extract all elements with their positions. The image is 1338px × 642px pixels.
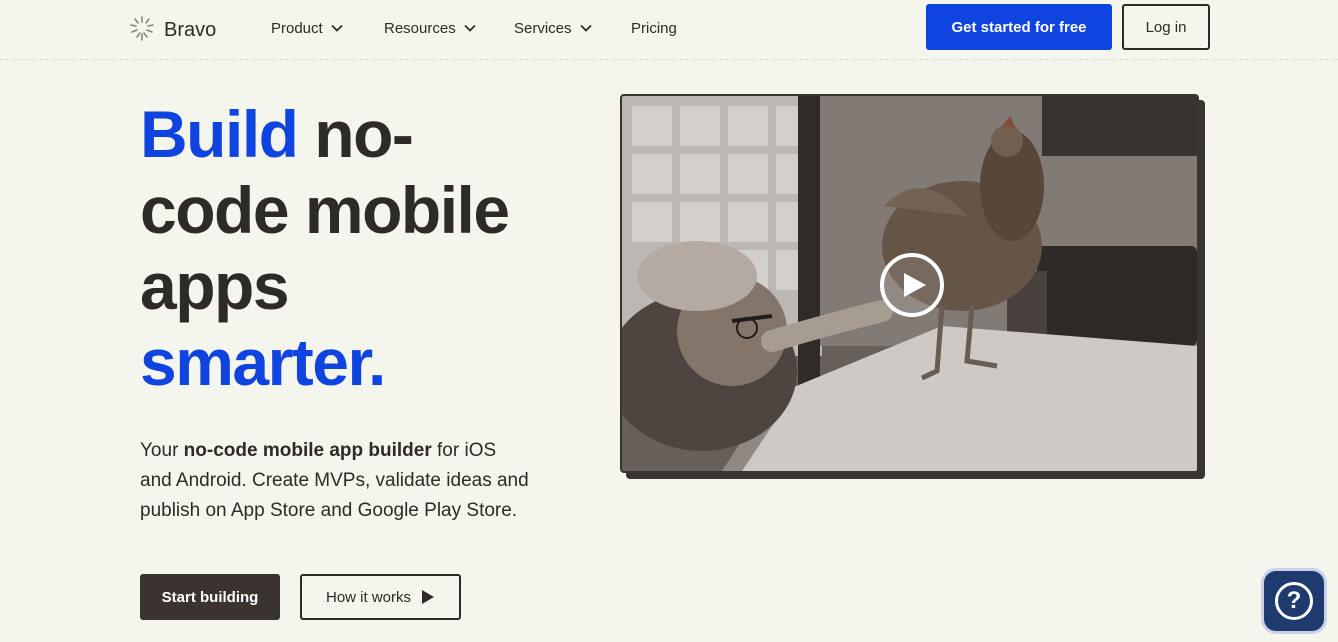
play-circle-icon: [903, 273, 926, 297]
get-started-button[interactable]: Get started for free: [926, 4, 1112, 50]
nav-pricing-label: Pricing: [631, 19, 677, 37]
hero-headline: Build no- code mobile apps smarter.: [140, 96, 590, 400]
headline-line-1: no-: [297, 97, 414, 171]
logo-text: Bravo: [164, 18, 217, 41]
hero-video[interactable]: [620, 94, 1199, 473]
site-header: Bravo Product Resources Services Pricing…: [0, 0, 1338, 60]
chevron-down-icon: [331, 24, 343, 32]
help-button[interactable]: ?: [1264, 571, 1324, 631]
headline-word-build: Build: [140, 97, 299, 171]
login-button[interactable]: Log in: [1122, 4, 1210, 50]
logo[interactable]: Bravo: [128, 13, 216, 43]
nav-services-label: Services: [514, 19, 572, 37]
hero-description: Your no-code mobile app builder for iOS …: [140, 436, 530, 526]
help-glyph: ?: [1286, 587, 1302, 614]
chevron-down-icon: [579, 24, 592, 32]
nav-resources-label: Resources: [384, 19, 456, 37]
play-button[interactable]: [880, 253, 944, 317]
headline-line-2: code mobile: [140, 173, 510, 247]
headline-word-smarter: smarter.: [140, 325, 386, 399]
nav-services[interactable]: Services: [514, 17, 593, 39]
nav-resources[interactable]: Resources: [384, 17, 477, 39]
nav-product-label: Product: [271, 19, 323, 37]
desc-bold: no-code mobile app builder: [183, 440, 432, 461]
how-it-works-button[interactable]: How it works: [300, 574, 461, 620]
start-building-button[interactable]: Start building: [140, 574, 280, 620]
help-icon: ?: [1275, 582, 1313, 620]
logo-icon: [130, 16, 154, 41]
nav-pricing[interactable]: Pricing: [631, 17, 677, 39]
chevron-down-icon: [464, 24, 476, 32]
how-it-works-label: How it works: [325, 588, 411, 606]
nav-product[interactable]: Product: [271, 17, 344, 39]
headline-line-3: apps: [140, 249, 290, 323]
desc-prefix: Your: [140, 440, 184, 461]
play-icon: [422, 590, 434, 604]
